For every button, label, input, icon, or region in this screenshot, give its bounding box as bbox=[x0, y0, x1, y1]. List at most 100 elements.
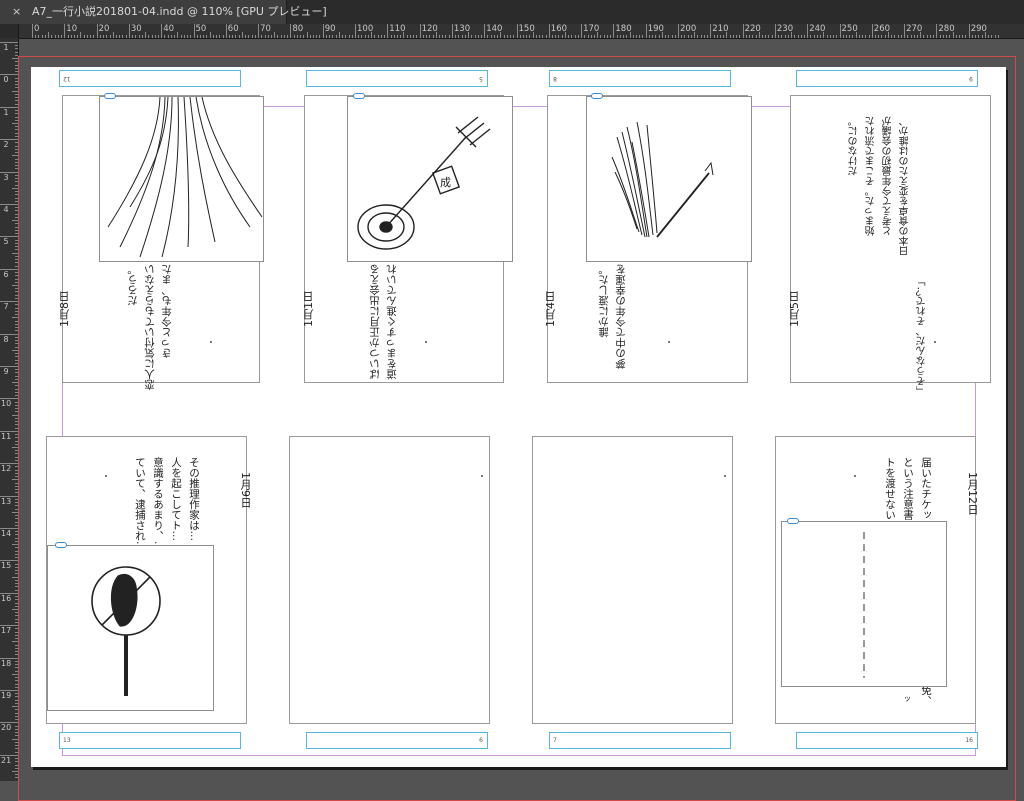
ruler-label: 11 bbox=[1, 433, 11, 441]
illustration-frame[interactable]: 成 bbox=[347, 96, 513, 262]
ruler-tick bbox=[917, 35, 918, 38]
illustration-frame[interactable] bbox=[781, 521, 947, 687]
link-icon[interactable] bbox=[353, 93, 365, 99]
running-footer-frame[interactable]: 16 bbox=[796, 732, 978, 749]
ruler-tick bbox=[403, 32, 404, 38]
link-icon[interactable] bbox=[104, 93, 116, 99]
ruler-tick bbox=[64, 24, 65, 38]
ruler-tick bbox=[539, 35, 540, 38]
ruler-tick bbox=[865, 35, 866, 38]
ruler-tick bbox=[578, 35, 579, 38]
ruler-label: 70 bbox=[260, 25, 271, 34]
vertical-ruler[interactable]: 10123456789101112131415161718192021 bbox=[0, 24, 19, 781]
ruler-tick bbox=[623, 35, 624, 38]
ruler-tick bbox=[972, 35, 973, 38]
running-header-frame[interactable]: 5 bbox=[306, 70, 488, 87]
running-header-frame[interactable]: 12 bbox=[59, 70, 241, 87]
ruler-tick bbox=[210, 32, 211, 38]
document-canvas[interactable]: 12 5 8 9 1月8日 きっと今年も、また 恋人に気付いてもらえない だろう… bbox=[18, 39, 1024, 781]
ruler-label: 0 bbox=[34, 25, 39, 34]
ruler-tick bbox=[336, 35, 337, 38]
story-line: だけなのに。 bbox=[848, 116, 861, 176]
page-card-blank[interactable] bbox=[532, 436, 733, 724]
ruler-label: 18 bbox=[1, 660, 11, 668]
ruler-label: 80 bbox=[292, 25, 303, 34]
page-number: 5 bbox=[479, 75, 483, 82]
ruler-tick bbox=[552, 35, 553, 38]
story-line: 道をまっすぐ進んでいれ bbox=[385, 264, 399, 380]
ruler-tick bbox=[158, 35, 159, 38]
illustration-frame[interactable] bbox=[99, 96, 264, 262]
ruler-tick bbox=[749, 35, 750, 38]
ruler-tick bbox=[862, 35, 863, 38]
ruler-tick bbox=[575, 35, 576, 38]
close-tab-icon[interactable]: × bbox=[12, 5, 21, 19]
ruler-tick bbox=[416, 35, 417, 38]
ruler-tick bbox=[287, 35, 288, 38]
page-marker bbox=[210, 341, 212, 343]
ruler-tick bbox=[323, 24, 324, 38]
ruler-tick bbox=[122, 35, 123, 38]
ruler-tick bbox=[113, 32, 114, 38]
ruler-tick bbox=[526, 35, 527, 38]
ruler-origin[interactable] bbox=[0, 24, 18, 38]
ruler-tick bbox=[394, 35, 395, 38]
ruler-tick bbox=[252, 35, 253, 38]
ruler-tick bbox=[568, 35, 569, 38]
ruler-tick bbox=[413, 35, 414, 38]
running-header-frame[interactable]: 8 bbox=[549, 70, 731, 87]
ruler-tick bbox=[891, 35, 892, 38]
ruler-tick bbox=[491, 35, 492, 38]
page-card-jan-5[interactable]: 1月5日 「そうなんだ、それで？」 日本の食卓を変えたのは誰か、 と考えて今年最… bbox=[790, 95, 991, 383]
ruler-tick bbox=[345, 35, 346, 38]
link-icon[interactable] bbox=[787, 518, 799, 524]
ruler-tick bbox=[933, 35, 934, 38]
horizontal-ruler[interactable]: 0102030405060708090100110120130140150160… bbox=[18, 24, 1024, 39]
link-icon[interactable] bbox=[591, 93, 603, 99]
document-tab-bar: × A7_一行小説201801-04.indd @ 110% [GPU プレビュ… bbox=[0, 0, 1024, 24]
ruler-tick bbox=[833, 35, 834, 38]
ruler-tick bbox=[139, 35, 140, 38]
ruler-label: 7 bbox=[1, 303, 11, 311]
running-header-frame[interactable]: 9 bbox=[796, 70, 978, 87]
ruler-tick bbox=[510, 35, 511, 38]
ruler-label: 16 bbox=[1, 595, 11, 603]
ruler-tick bbox=[481, 35, 482, 38]
story-line: 誰かに渡した。 bbox=[597, 264, 611, 338]
ruler-tick bbox=[339, 32, 340, 38]
ruler-tick bbox=[662, 32, 663, 38]
ruler-tick bbox=[675, 35, 676, 38]
running-footer-frame[interactable]: 13 bbox=[59, 732, 241, 749]
ruler-tick bbox=[200, 35, 201, 38]
ruler-tick bbox=[358, 35, 359, 38]
ruler-tick bbox=[294, 35, 295, 38]
running-footer-frame[interactable]: 6 bbox=[306, 732, 488, 749]
ruler-tick bbox=[930, 35, 931, 38]
ruler-tick bbox=[48, 32, 49, 38]
ruler-tick bbox=[697, 35, 698, 38]
illustration-frame[interactable] bbox=[47, 545, 214, 711]
ruler-tick bbox=[265, 35, 266, 38]
ruler-tick bbox=[911, 35, 912, 38]
illustration-frame[interactable] bbox=[586, 96, 752, 262]
ruler-tick bbox=[449, 35, 450, 38]
ruler-tick bbox=[504, 35, 505, 38]
link-icon[interactable] bbox=[55, 542, 67, 548]
ruler-tick bbox=[852, 35, 853, 38]
ruler-tick bbox=[894, 35, 895, 38]
running-footer-frame[interactable]: 7 bbox=[549, 732, 731, 749]
ruler-tick bbox=[355, 24, 356, 38]
ruler-tick bbox=[255, 35, 256, 38]
page-card-blank[interactable] bbox=[289, 436, 490, 724]
ruler-label: 10 bbox=[66, 25, 77, 34]
ruler-tick bbox=[814, 35, 815, 38]
document-tab[interactable]: × A7_一行小説201801-04.indd @ 110% [GPU プレビュ… bbox=[0, 0, 287, 24]
ruler-tick bbox=[187, 35, 188, 38]
ruler-tick bbox=[329, 35, 330, 38]
ruler-label: 9 bbox=[1, 368, 11, 376]
ruler-tick bbox=[129, 24, 130, 38]
ruler-tick bbox=[714, 35, 715, 38]
ruler-tick bbox=[155, 35, 156, 38]
page-number: 7 bbox=[553, 737, 557, 744]
ruler-tick bbox=[284, 35, 285, 38]
